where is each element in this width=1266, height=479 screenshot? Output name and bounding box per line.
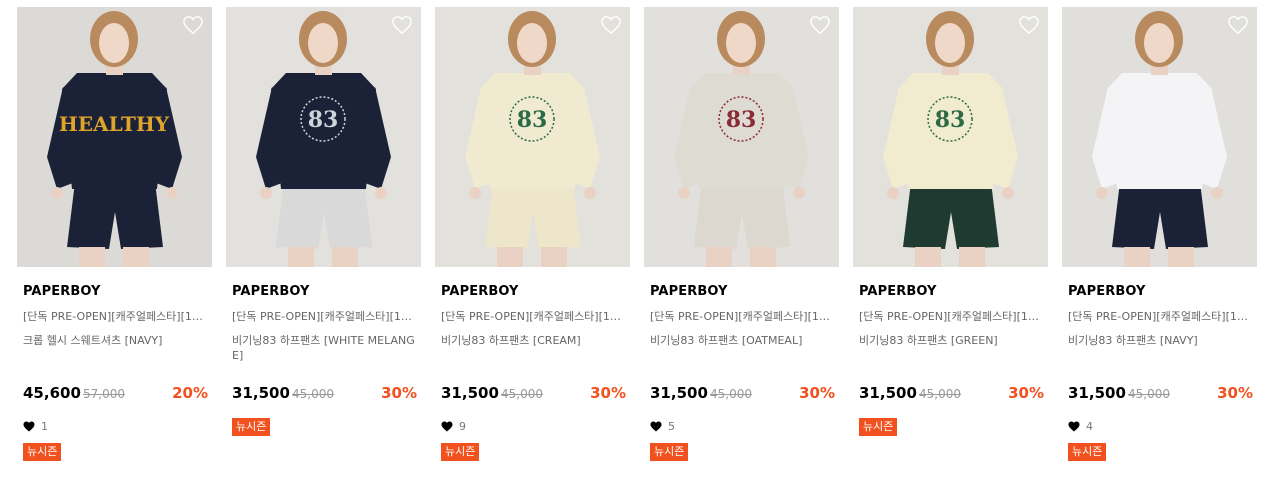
brand-name[interactable]: PAPERBOY <box>23 284 101 299</box>
svg-text:HEALTHY: HEALTHY <box>59 112 170 136</box>
sale-price: 31,500 <box>859 384 917 402</box>
like-count: 1 <box>23 419 48 433</box>
product-name-line1[interactable]: [단독 PRE-OPEN][캐주얼페스타][10… <box>650 308 834 324</box>
like-count-value: 4 <box>1086 419 1093 433</box>
like-count: 5 <box>650 419 675 433</box>
brand-name[interactable]: PAPERBOY <box>232 284 310 299</box>
product-card[interactable]: 83 PAPERBOY [단독 PRE-OPEN][캐주얼페스타][10… 비기닝83… <box>226 7 421 479</box>
discount-rate: 30% <box>1217 384 1253 402</box>
product-name-line2[interactable]: 비기닝83 하프팬츠 [WHITE MELANGE] <box>232 333 416 363</box>
discount-rate: 30% <box>1008 384 1044 402</box>
original-price: 45,000 <box>501 387 543 401</box>
sale-price: 31,500 <box>232 384 290 402</box>
brand-name[interactable]: PAPERBOY <box>1068 284 1146 299</box>
product-name-line2[interactable]: 비기닝83 하프팬츠 [GREEN] <box>859 333 1043 348</box>
original-price: 45,000 <box>919 387 961 401</box>
product-grid: HEALTHY PAPERBOY [단독 PRE-OPEN][캐주얼페스타][10…… <box>17 7 1257 479</box>
product-image[interactable]: 83 <box>435 7 630 267</box>
product-name-line2[interactable]: 비기닝83 하프팬츠 [OATMEAL] <box>650 333 834 348</box>
wishlist-heart-icon[interactable] <box>182 15 204 35</box>
product-image[interactable]: HEALTHY <box>17 7 212 267</box>
like-count-value: 5 <box>668 419 675 433</box>
discount-rate: 20% <box>172 384 208 402</box>
brand-name[interactable]: PAPERBOY <box>859 284 937 299</box>
heart-filled-icon <box>441 421 453 431</box>
product-card[interactable]: PAPERBOY [단독 PRE-OPEN][캐주얼페스타][10… 비기닝83 하… <box>1062 7 1257 479</box>
original-price: 45,000 <box>710 387 752 401</box>
brand-name[interactable]: PAPERBOY <box>650 284 728 299</box>
wishlist-heart-icon[interactable] <box>809 15 831 35</box>
new-season-badge: 뉴시즌 <box>1068 443 1107 461</box>
svg-text:83: 83 <box>308 107 339 133</box>
svg-text:83: 83 <box>726 107 757 133</box>
product-card[interactable]: 83 PAPERBOY [단독 PRE-OPEN][캐주얼페스타][10… 비기닝83… <box>644 7 839 479</box>
sale-price: 31,500 <box>1068 384 1126 402</box>
product-image[interactable] <box>1062 7 1257 267</box>
product-name-line1[interactable]: [단독 PRE-OPEN][캐주얼페스타][10… <box>1068 308 1252 324</box>
new-season-badge: 뉴시즌 <box>650 443 689 461</box>
product-name-line1[interactable]: [단독 PRE-OPEN][캐주얼페스타][10… <box>232 308 416 324</box>
original-price: 57,000 <box>83 387 125 401</box>
like-count-value: 9 <box>459 419 466 433</box>
product-image[interactable]: 83 <box>226 7 421 267</box>
product-card[interactable]: 83 PAPERBOY [단독 PRE-OPEN][캐주얼페스타][10… 비기닝83… <box>435 7 630 479</box>
like-count-value: 1 <box>41 419 48 433</box>
new-season-badge: 뉴시즌 <box>441 443 480 461</box>
svg-text:83: 83 <box>517 107 548 133</box>
product-name-line2[interactable]: 비기닝83 하프팬츠 [CREAM] <box>441 333 625 348</box>
product-image[interactable]: 83 <box>644 7 839 267</box>
product-name-line2[interactable]: 비기닝83 하프팬츠 [NAVY] <box>1068 333 1252 348</box>
discount-rate: 30% <box>381 384 417 402</box>
new-season-badge: 뉴시즌 <box>232 418 271 436</box>
discount-rate: 30% <box>590 384 626 402</box>
heart-filled-icon <box>1068 421 1080 431</box>
product-card[interactable]: HEALTHY PAPERBOY [단독 PRE-OPEN][캐주얼페스타][10…… <box>17 7 212 479</box>
wishlist-heart-icon[interactable] <box>600 15 622 35</box>
product-image[interactable]: 83 <box>853 7 1048 267</box>
brand-name[interactable]: PAPERBOY <box>441 284 519 299</box>
sale-price: 45,600 <box>23 384 81 402</box>
product-name-line1[interactable]: [단독 PRE-OPEN][캐주얼페스타][10… <box>441 308 625 324</box>
product-name-line2[interactable]: 크롭 헬시 스웨트셔츠 [NAVY] <box>23 333 207 348</box>
heart-filled-icon <box>650 421 662 431</box>
wishlist-heart-icon[interactable] <box>391 15 413 35</box>
sale-price: 31,500 <box>650 384 708 402</box>
like-count: 9 <box>441 419 466 433</box>
original-price: 45,000 <box>1128 387 1170 401</box>
original-price: 45,000 <box>292 387 334 401</box>
new-season-badge: 뉴시즌 <box>859 418 898 436</box>
like-count: 4 <box>1068 419 1093 433</box>
product-card[interactable]: 83 PAPERBOY [단독 PRE-OPEN][캐주얼페스타][10… 비기닝83… <box>853 7 1048 479</box>
svg-text:83: 83 <box>935 107 966 133</box>
sale-price: 31,500 <box>441 384 499 402</box>
discount-rate: 30% <box>799 384 835 402</box>
product-name-line1[interactable]: [단독 PRE-OPEN][캐주얼페스타][10… <box>23 308 207 324</box>
new-season-badge: 뉴시즌 <box>23 443 62 461</box>
wishlist-heart-icon[interactable] <box>1227 15 1249 35</box>
heart-filled-icon <box>23 421 35 431</box>
wishlist-heart-icon[interactable] <box>1018 15 1040 35</box>
product-name-line1[interactable]: [단독 PRE-OPEN][캐주얼페스타][10… <box>859 308 1043 324</box>
